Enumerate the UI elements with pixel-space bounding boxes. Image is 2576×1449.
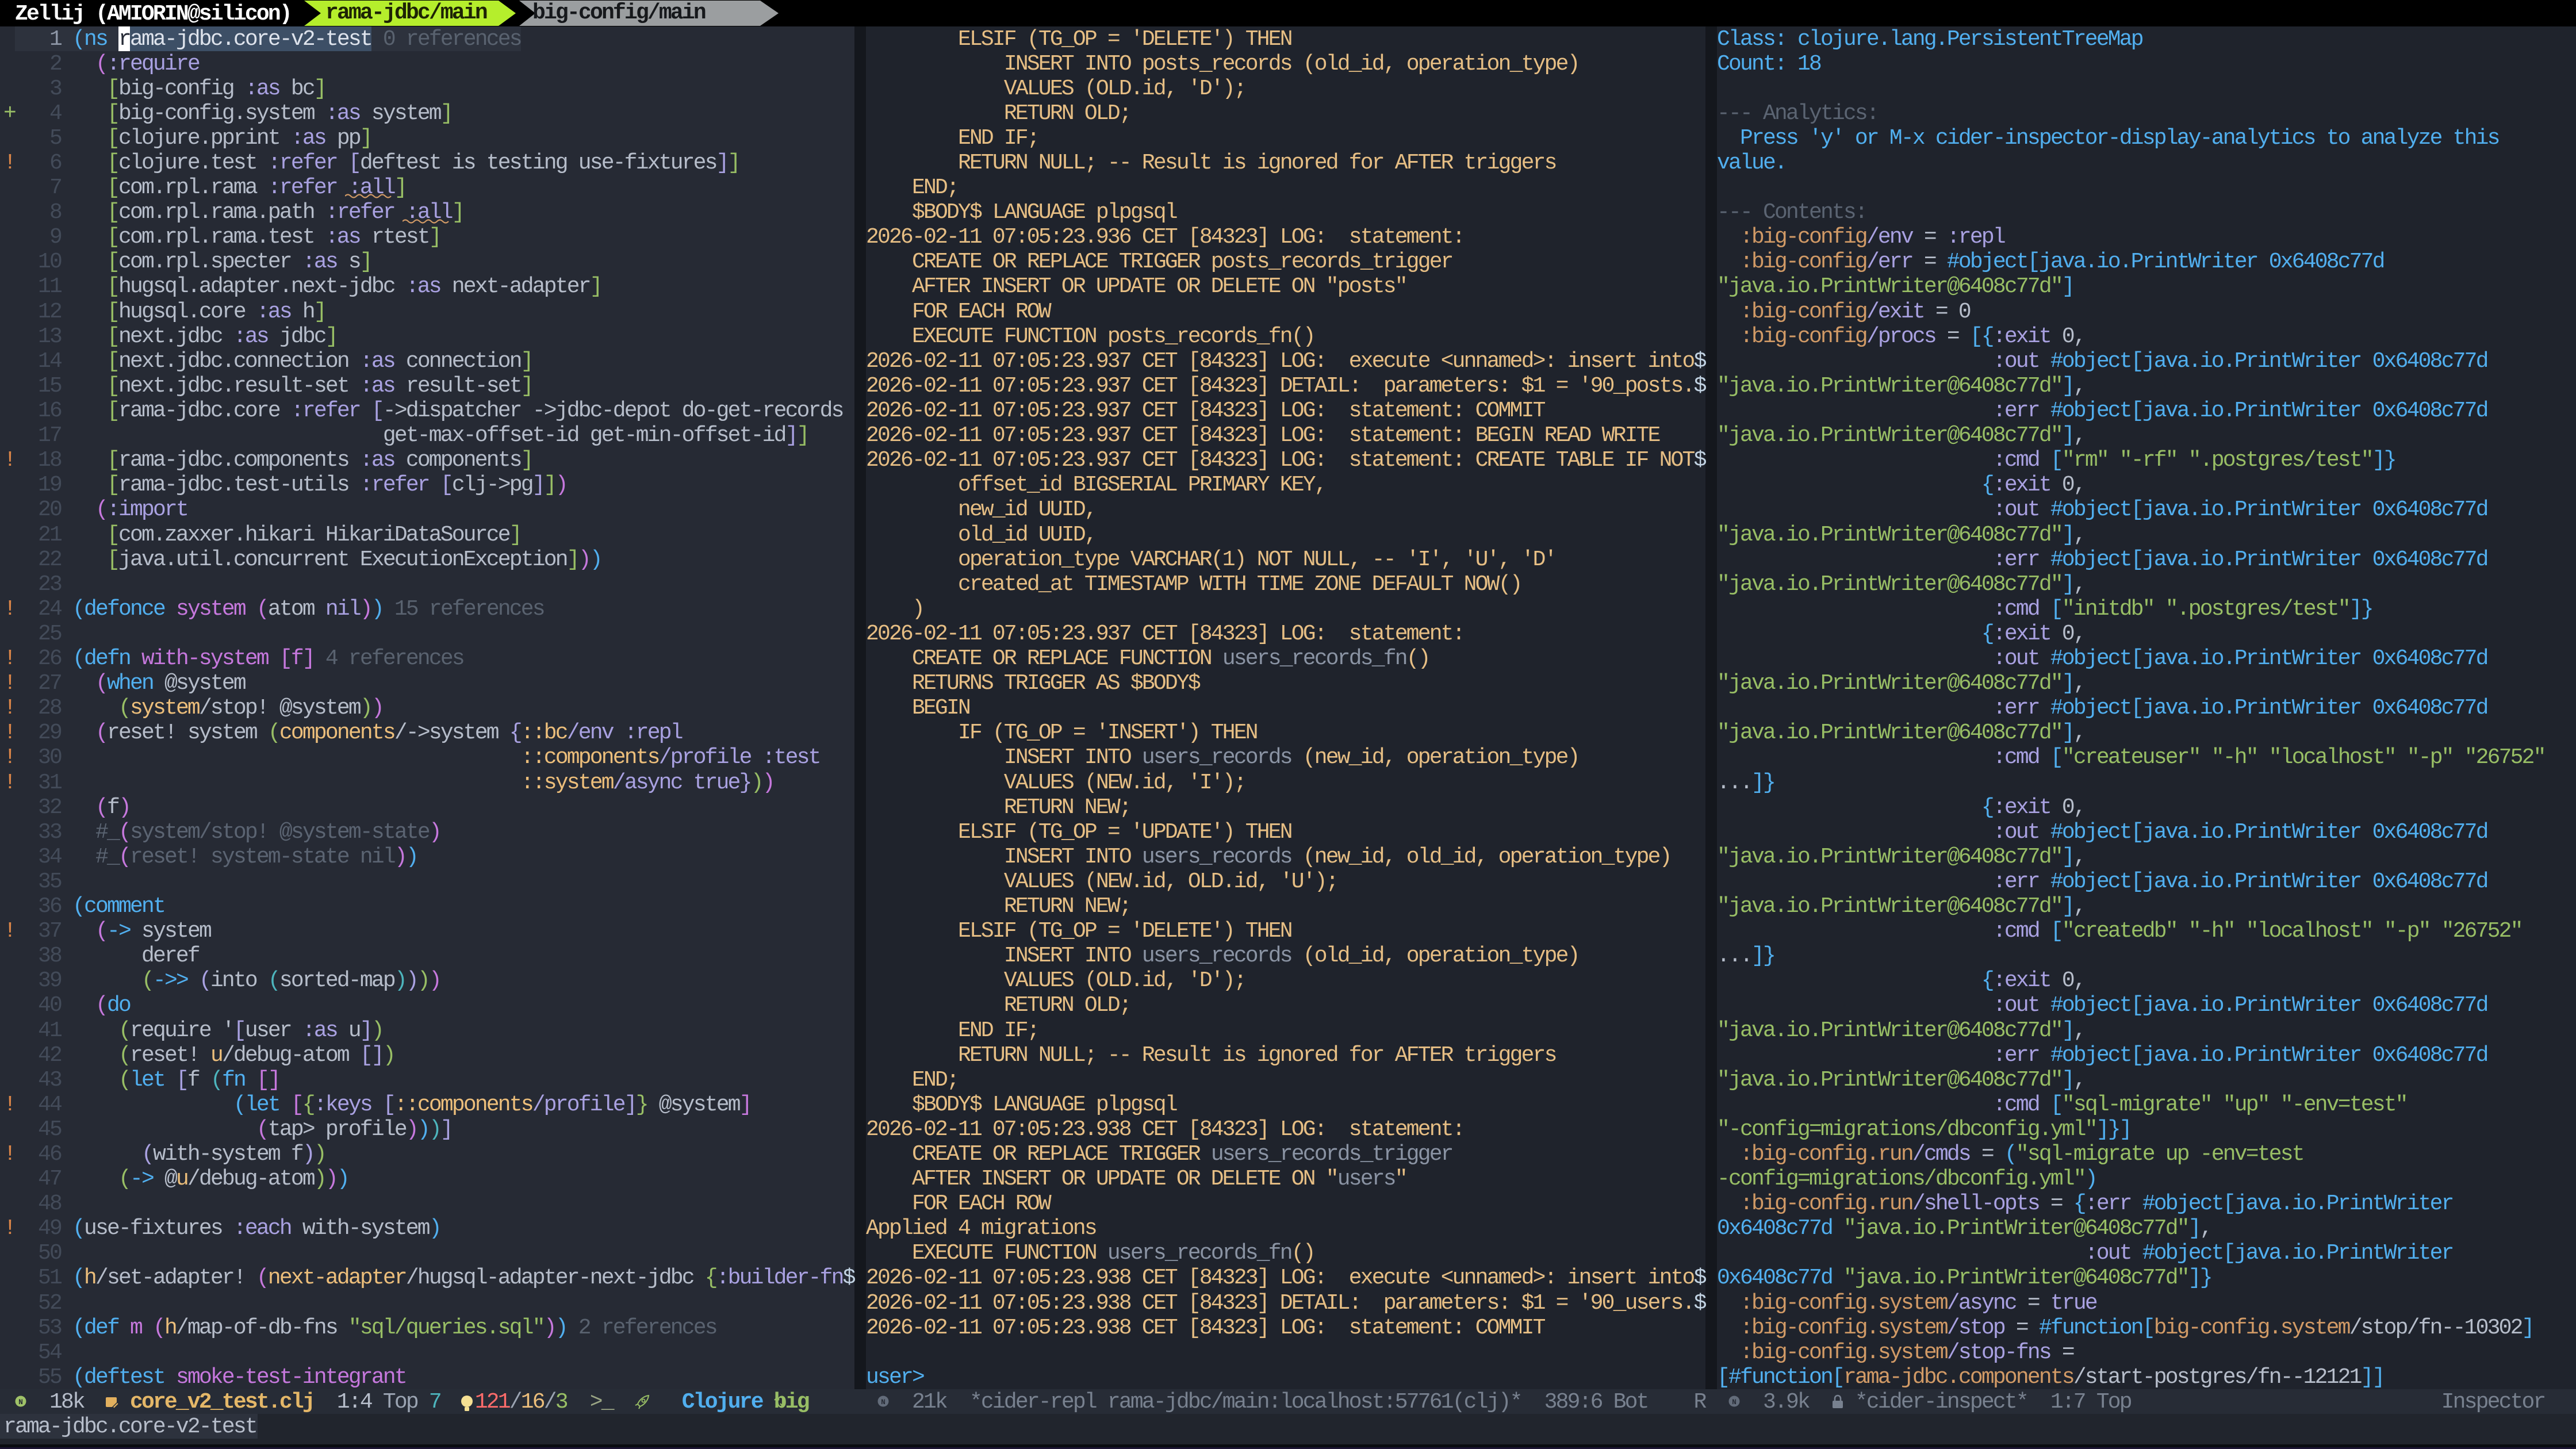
svg-text:N: N (1732, 1398, 1736, 1406)
svg-text:N: N (18, 1398, 23, 1406)
svg-text:N: N (881, 1398, 885, 1406)
